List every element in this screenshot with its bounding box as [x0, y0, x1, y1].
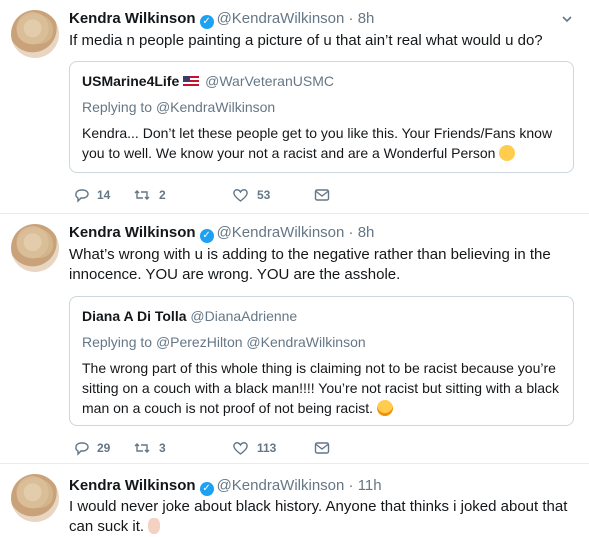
- chevron-down-icon[interactable]: [561, 13, 573, 25]
- retweet-count: 2: [159, 188, 166, 202]
- dm-icon: [314, 189, 330, 201]
- tweet[interactable]: Kendra Wilkinson ✓ @KendraWilkinson · 8h I…: [0, 0, 589, 213]
- like-button[interactable]: 53: [232, 185, 270, 205]
- us-flag-icon: [183, 76, 200, 87]
- like-icon: [233, 189, 248, 202]
- reply-icon: [75, 189, 89, 203]
- tweet-header: Kendra Wilkinson ✓ @KendraWilkinson · 11h: [69, 477, 382, 496]
- avatar[interactable]: [11, 10, 59, 58]
- quoted-text: Kendra... Don’t let these people get to …: [82, 125, 553, 161]
- retweet-button[interactable]: 3: [133, 438, 166, 458]
- retweet-icon: [134, 190, 150, 200]
- tweet[interactable]: Kendra Wilkinson ✓ @KendraWilkinson · 8h W…: [0, 214, 589, 463]
- dm-button[interactable]: [314, 185, 330, 205]
- reply-button[interactable]: 14: [73, 185, 110, 205]
- reply-icon: [75, 442, 89, 456]
- quoted-author-name: USMarine4Life: [82, 73, 180, 89]
- author-name[interactable]: Kendra Wilkinson: [69, 224, 196, 241]
- replying-to: Replying to @KendraWilkinson: [82, 99, 276, 115]
- tweet-text: What’s wrong with u is adding to the neg…: [69, 246, 551, 283]
- timestamp[interactable]: 8h: [358, 10, 375, 27]
- winking-face-icon: [499, 145, 516, 161]
- tweet-header: Kendra Wilkinson ✓ @KendraWilkinson · 8h: [69, 224, 375, 243]
- reply-button[interactable]: 29: [73, 438, 110, 458]
- timestamp[interactable]: 8h: [358, 224, 375, 241]
- avatar[interactable]: [11, 474, 59, 522]
- tweet-text: If media n people painting a picture of …: [69, 32, 543, 49]
- replying-to: Replying to @PerezHilton @KendraWilkinso…: [82, 334, 366, 350]
- timestamp[interactable]: 11h: [358, 477, 382, 494]
- quoted-author-name: Diana A Di Tolla: [82, 308, 187, 324]
- author-name[interactable]: Kendra Wilkinson: [69, 477, 196, 494]
- author-name[interactable]: Kendra Wilkinson: [69, 10, 196, 27]
- reply-to-handle[interactable]: @PerezHilton @KendraWilkinson: [156, 334, 366, 350]
- author-handle[interactable]: @KendraWilkinson: [217, 477, 345, 494]
- like-count: 53: [257, 188, 271, 202]
- verified-icon: ✓: [199, 482, 214, 496]
- like-button[interactable]: 113: [232, 438, 276, 458]
- reply-count: 29: [97, 441, 111, 455]
- like-count: 113: [257, 441, 277, 455]
- quoted-tweet[interactable]: USMarine4Life @WarVeteranUSMC Replying t…: [69, 61, 574, 173]
- retweet-icon: [134, 443, 150, 453]
- quoted-author-handle: @DianaAdrienne: [190, 308, 298, 324]
- middle-finger-icon: [148, 518, 161, 534]
- retweet-count: 3: [159, 441, 166, 455]
- tweet[interactable]: Kendra Wilkinson ✓ @KendraWilkinson · 11h …: [0, 464, 589, 536]
- tweet-text: I would never joke about black history. …: [69, 498, 568, 535]
- like-icon: [233, 442, 248, 455]
- reply-to-handle[interactable]: @KendraWilkinson: [156, 99, 275, 115]
- verified-icon: ✓: [199, 229, 214, 243]
- quoted-text: The wrong part of this whole thing is cl…: [82, 360, 560, 416]
- dm-icon: [314, 442, 330, 454]
- flushed-face-icon: [377, 400, 394, 416]
- author-handle[interactable]: @KendraWilkinson: [217, 10, 345, 27]
- dm-button[interactable]: [314, 438, 330, 458]
- avatar[interactable]: [11, 224, 59, 272]
- retweet-button[interactable]: 2: [133, 185, 166, 205]
- tweet-header: Kendra Wilkinson ✓ @KendraWilkinson · 8h: [69, 10, 375, 29]
- quoted-tweet[interactable]: Diana A Di Tolla @DianaAdrienne Replying…: [69, 296, 574, 426]
- author-handle[interactable]: @KendraWilkinson: [217, 224, 345, 241]
- verified-icon: ✓: [199, 15, 214, 29]
- reply-count: 14: [97, 188, 111, 202]
- quoted-author-handle: @WarVeteranUSMC: [205, 73, 334, 89]
